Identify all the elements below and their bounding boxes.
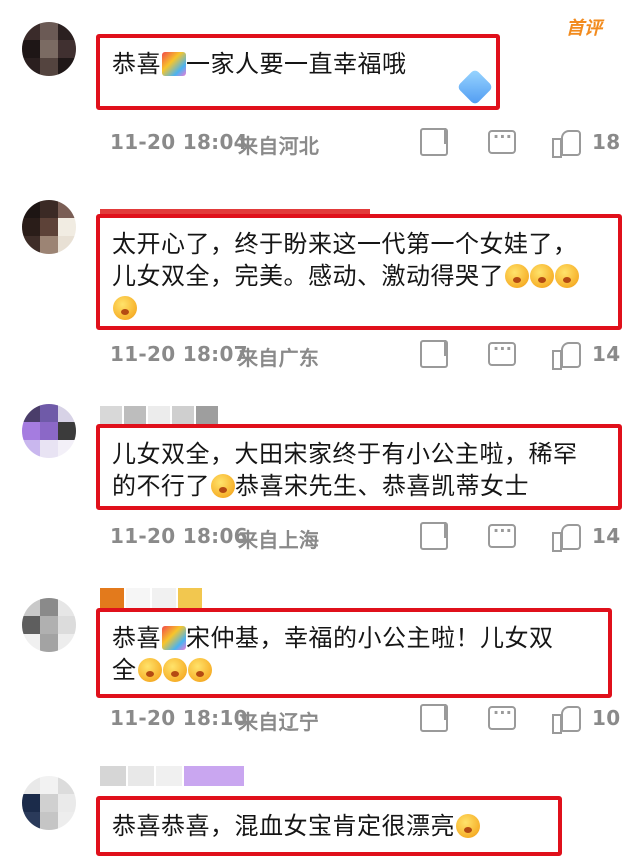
username-blurred[interactable]	[100, 406, 240, 424]
reply-icon[interactable]	[488, 521, 516, 548]
comment-time: 11-20 18:07	[110, 342, 248, 366]
avatar[interactable]	[22, 200, 76, 254]
like-count: 14	[592, 342, 621, 366]
like-icon[interactable]	[552, 128, 581, 158]
comment-text: 恭喜恭喜，混血女宝肯定很漂亮	[112, 812, 455, 840]
cheering-emoji-icon	[137, 658, 162, 682]
comment-meta: 11-20 18:04 来自河北 18	[110, 127, 621, 158]
like-icon[interactable]	[552, 704, 581, 734]
comment-meta: 11-20 18:10 来自辽宁 10	[110, 703, 621, 734]
emoji-icon	[456, 814, 480, 838]
top-comment-tag: 首评	[566, 18, 602, 39]
cheering-emoji-icon	[187, 658, 212, 682]
comment-location: 来自上海	[238, 528, 320, 552]
share-icon[interactable]	[420, 522, 448, 550]
comment-location: 来自河北	[238, 134, 320, 158]
like-count: 14	[592, 524, 621, 548]
avatar[interactable]	[22, 22, 76, 76]
comment-text-box: 恭喜恭喜，混血女宝肯定很漂亮	[96, 796, 562, 856]
comment-location: 来自广东	[238, 346, 320, 370]
heart-eyes-emoji-icon	[211, 474, 235, 498]
comment-text-box: 恭喜 一家人要一直幸福哦	[96, 34, 500, 110]
username-blurred[interactable]	[100, 766, 260, 786]
crying-emoji-icon	[113, 296, 137, 320]
comment-text: 一家人要一直幸福哦	[186, 50, 407, 78]
reply-icon[interactable]	[488, 703, 516, 730]
comment-time: 11-20 18:06	[110, 524, 248, 548]
crying-emoji-icon	[530, 264, 554, 288]
party-popper-emoji-icon	[162, 52, 186, 76]
crying-emoji-icon	[505, 264, 529, 288]
like-icon[interactable]	[552, 522, 581, 552]
comment-text-box: 儿女双全，大田宋家终于有小公主啦，稀罕 的不行了 恭喜宋先生、恭喜凯蒂女士	[96, 424, 622, 510]
comment-text-box: 恭喜 宋仲基，幸福的小公主啦！儿女双 全	[96, 608, 612, 698]
comment-text: 恭喜	[112, 50, 161, 78]
comment-time: 11-20 18:04	[110, 130, 248, 154]
username-blurred[interactable]	[100, 202, 370, 217]
like-count: 10	[592, 706, 621, 730]
reply-icon[interactable]	[488, 339, 516, 366]
avatar[interactable]	[22, 598, 76, 652]
badge-icon	[456, 68, 494, 106]
like-icon[interactable]	[552, 340, 581, 370]
comment-text-box: 太开心了，终于盼来这一代第一个女娃了， 儿女双全，完美。感动、激动得哭了	[96, 214, 622, 330]
comment-time: 11-20 18:10	[110, 706, 248, 730]
like-count: 18	[592, 130, 621, 154]
comment-meta: 11-20 18:07 来自广东 14	[110, 339, 621, 370]
comment-text: 恭喜宋先生、恭喜凯蒂女士	[235, 472, 529, 500]
crying-emoji-icon	[555, 264, 579, 288]
share-icon[interactable]	[420, 340, 448, 368]
comment-location: 来自辽宁	[238, 710, 320, 734]
comment-text: 恭喜	[112, 624, 161, 652]
comment-meta: 11-20 18:06 来自上海 14	[110, 521, 621, 552]
party-popper-emoji-icon	[162, 626, 186, 650]
share-icon[interactable]	[420, 128, 448, 156]
share-icon[interactable]	[420, 704, 448, 732]
reply-icon[interactable]	[488, 127, 516, 154]
avatar[interactable]	[22, 776, 76, 830]
avatar[interactable]	[22, 404, 76, 458]
cheering-emoji-icon	[162, 658, 187, 682]
username-blurred[interactable]	[100, 588, 240, 608]
